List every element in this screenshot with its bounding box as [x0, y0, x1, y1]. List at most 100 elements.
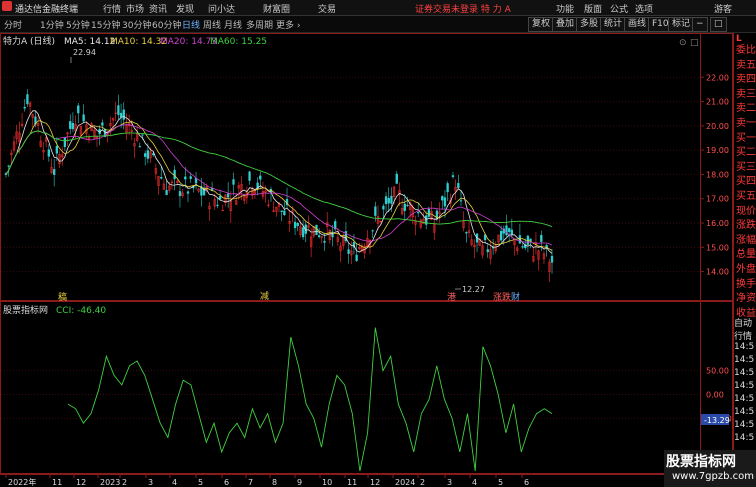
- candle-body: [259, 175, 262, 180]
- menu-xuanxiang[interactable]: 选项: [635, 2, 653, 15]
- book-row-label: 卖二: [736, 103, 756, 115]
- candle-body: [417, 212, 420, 214]
- tab-more[interactable]: 更多 ›: [276, 18, 300, 31]
- candle-body: [141, 134, 144, 136]
- title-bar: 通达信金融终端 行情 市场 资讯 发现 问小达 财富圈 交易 证券交易未登录 特…: [0, 0, 756, 16]
- candle-body: [165, 190, 168, 195]
- maximize-button[interactable]: □: [710, 17, 727, 32]
- cci-label: CCI: -46.40: [56, 306, 106, 316]
- xaxis-label: 10: [322, 478, 332, 487]
- book-row-label: 卖三: [736, 88, 756, 100]
- candle-body: [499, 230, 503, 241]
- menu-banmian[interactable]: 版面: [584, 2, 602, 15]
- candle-body: [301, 227, 305, 238]
- event-marker-gang[interactable]: 港: [447, 291, 456, 303]
- candle-body: [69, 121, 72, 129]
- tab-daily[interactable]: 日线: [182, 18, 200, 31]
- tab-5min[interactable]: 5分钟: [66, 18, 90, 31]
- event-marker-gao[interactable]: 稿: [58, 291, 67, 303]
- book-row-label: 涨幅: [736, 234, 756, 246]
- menu-gongneng[interactable]: 功能: [556, 2, 574, 15]
- event-marker-cai[interactable]: 财: [511, 291, 520, 303]
- tongji-button[interactable]: 统计: [600, 17, 627, 32]
- tab-monthly[interactable]: 月线: [224, 18, 242, 31]
- diejia-button[interactable]: 叠加: [552, 17, 579, 32]
- menu-shichang[interactable]: 市场: [126, 2, 144, 15]
- login-warning[interactable]: 证券交易未登录 特 力 A: [415, 2, 511, 15]
- minimize-button[interactable]: −: [692, 17, 708, 32]
- menu-hangqing[interactable]: 行情: [103, 2, 121, 15]
- candle-body: [317, 235, 321, 238]
- trade-row: 14:5: [734, 420, 755, 430]
- xaxis-label: 2023: [100, 478, 120, 487]
- ma10-label: MA10: 14.32: [110, 37, 167, 47]
- chart-area[interactable]: 22.0021.0020.0019.0018.0017.0016.0015.00…: [0, 33, 733, 487]
- xaxis-label: 8: [272, 478, 277, 487]
- candle-body: [71, 122, 75, 130]
- candle-body: [101, 122, 104, 126]
- book-row-label: 换手: [736, 278, 756, 290]
- menu-wenxiaoda[interactable]: 问小达: [208, 2, 235, 15]
- xaxis-label: 5: [198, 478, 203, 487]
- book-row-label: 总量: [736, 249, 756, 261]
- candle-body: [443, 197, 447, 207]
- biaoji-button[interactable]: 标记: [668, 17, 695, 32]
- candle-body: [459, 200, 463, 202]
- huaxian-button[interactable]: 画线: [624, 17, 651, 32]
- trade-row: 14:5: [734, 394, 755, 404]
- menu-gongshi[interactable]: 公式: [610, 2, 628, 15]
- xaxis-label: 5: [498, 478, 503, 487]
- duogu-button[interactable]: 多股: [576, 17, 603, 32]
- indicator-tick-label: 50.00: [706, 367, 729, 376]
- menu-faxian[interactable]: 发现: [176, 2, 194, 15]
- panel-settings-icon[interactable]: ⊙: [679, 38, 687, 48]
- candle-body: [296, 222, 299, 227]
- candle-body: [293, 221, 297, 229]
- candle-body: [55, 146, 59, 154]
- xaxis-label: 3: [447, 478, 452, 487]
- tab-weekly[interactable]: 周线: [203, 18, 221, 31]
- candle-body: [122, 109, 125, 120]
- tab-fenshi[interactable]: 分时: [4, 18, 22, 31]
- book-row-label: 买二: [736, 147, 756, 159]
- tab-1min[interactable]: 1分钟: [40, 18, 64, 31]
- xaxis-label: 2022年: [8, 477, 36, 487]
- candle-body: [53, 169, 56, 175]
- tab-30min[interactable]: 30分钟: [122, 18, 151, 31]
- book-row-label: 现价: [736, 205, 756, 217]
- tab-multi-period[interactable]: 多周期: [246, 18, 273, 31]
- tab-15min[interactable]: 15分钟: [91, 18, 120, 31]
- xaxis-label: 4: [472, 478, 477, 487]
- candle-body: [189, 176, 192, 179]
- low-label: 12.27: [462, 285, 485, 294]
- xaxis-label: 11: [52, 478, 62, 487]
- tab-60min[interactable]: 60分钟: [152, 18, 181, 31]
- menu-caifuquan[interactable]: 财富圈: [263, 2, 290, 15]
- watermark-url: www.7gpzb.com: [672, 471, 754, 482]
- candle-body: [451, 175, 455, 178]
- indicator-title[interactable]: 股票指标网: [3, 304, 48, 316]
- event-marker-zhangdie[interactable]: 涨跌: [493, 292, 511, 303]
- book-row-label: 卖五: [736, 59, 756, 71]
- panel-expand-icon[interactable]: □: [690, 38, 699, 48]
- period-toolbar: 分时 1分钟 5分钟 15分钟 30分钟 60分钟 日线 周线 月线 多周期 更…: [0, 16, 756, 33]
- menu-jiaoyi[interactable]: 交易: [318, 2, 336, 15]
- event-marker-jian[interactable]: 减: [260, 290, 269, 302]
- book-row-label: 卖四: [736, 74, 756, 86]
- guest-label[interactable]: 游客: [714, 2, 732, 15]
- candle-body: [390, 195, 393, 204]
- trade-row: 14:5: [734, 342, 755, 352]
- candle-body: [173, 169, 176, 180]
- candle-body: [540, 235, 543, 242]
- fuquan-button[interactable]: 复权: [528, 17, 555, 32]
- menu-zixun[interactable]: 资讯: [149, 2, 167, 15]
- watermark-title: 股票指标网: [666, 454, 736, 470]
- candle-body: [323, 240, 326, 243]
- ma20-line: [5, 124, 553, 246]
- candle-body: [232, 179, 235, 185]
- candle-body: [347, 249, 350, 254]
- trade-row: 14:5: [734, 433, 755, 443]
- book-row-label: 买五: [736, 191, 756, 202]
- candle-body: [355, 254, 358, 261]
- candle-body: [194, 178, 198, 184]
